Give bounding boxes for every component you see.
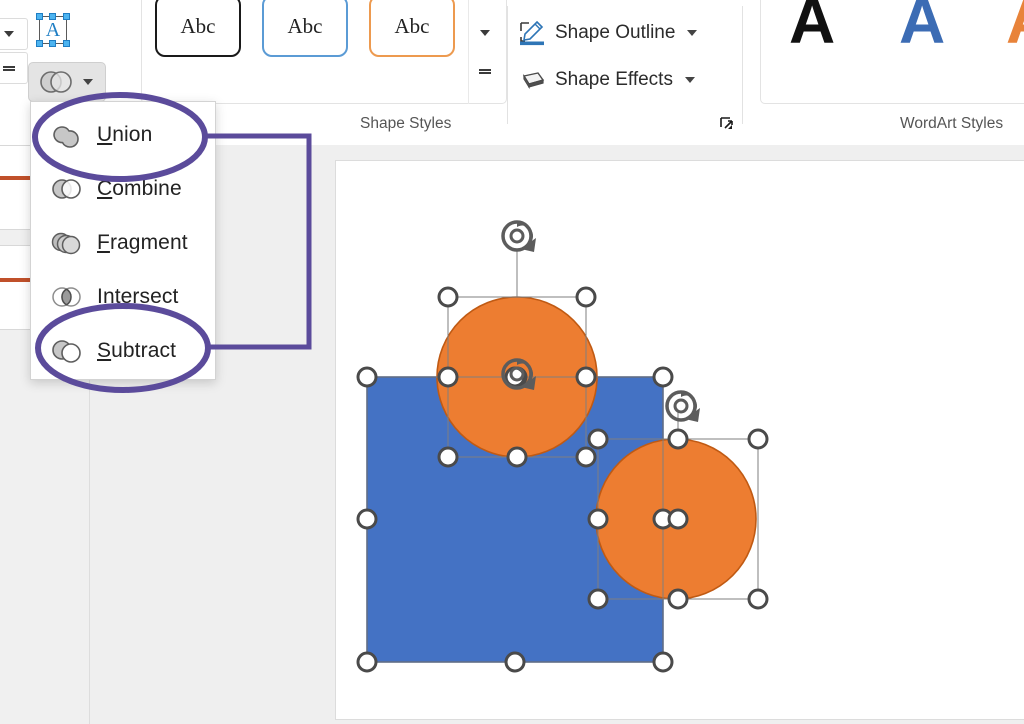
- wordart-styles-gallery[interactable]: A A A: [760, 0, 1024, 104]
- slide-canvas[interactable]: [335, 160, 1024, 720]
- menu-item-combine[interactable]: Combine: [31, 162, 215, 216]
- shape-styles-scroll: [468, 0, 500, 104]
- mnemonic-c: C: [97, 177, 113, 200]
- menu-item-fragment-label: Fragment: [97, 231, 188, 254]
- shape-styles-gallery[interactable]: Abc Abc Abc: [141, 0, 507, 104]
- mnemonic-u: U: [97, 123, 113, 146]
- menu-item-fragment[interactable]: Fragment: [31, 216, 215, 270]
- shape-style-thumb-1[interactable]: Abc: [155, 0, 241, 57]
- merge-fragment-icon: [51, 232, 81, 255]
- menu-item-subtract-label: Subtract: [97, 339, 177, 362]
- shape-effects-button[interactable]: Shape Effects: [518, 68, 695, 92]
- merge-shapes-icon: [40, 71, 72, 93]
- wordart-styles-group-label: WordArt Styles: [900, 115, 1004, 132]
- merge-shapes-menu[interactable]: Union Combine Fragment Intersect Subtrac…: [30, 101, 216, 380]
- menu-item-intersect[interactable]: Intersect: [31, 270, 215, 324]
- shape-styles-scroll-down-button[interactable]: [469, 16, 500, 50]
- chevron-down-icon: [479, 30, 490, 36]
- slide-shapes: [356, 220, 769, 673]
- shape-style-thumb-3[interactable]: Abc: [369, 0, 455, 57]
- merge-shapes-button[interactable]: [28, 62, 106, 102]
- menu-item-union-label: Union: [97, 123, 153, 146]
- chevron-down-icon: [684, 77, 695, 83]
- effects-icon: [522, 72, 545, 90]
- mnemonic-s: S: [97, 339, 112, 362]
- rotation-handle-circle-right[interactable]: [665, 390, 700, 422]
- shape-styles-more-button[interactable]: [469, 54, 500, 88]
- menu-item-combine-label: Combine: [97, 177, 182, 200]
- menu-item-intersect-label: Intersect: [97, 285, 179, 308]
- wordart-thumb-2[interactable]: A: [899, 0, 945, 53]
- menu-item-union[interactable]: Union: [31, 108, 215, 162]
- chevron-double-down-icon: [478, 68, 491, 74]
- wordart-thumb-3[interactable]: A: [1006, 0, 1024, 53]
- wordart-thumb-1[interactable]: A: [789, 0, 835, 53]
- chevron-down-icon: [4, 31, 14, 37]
- chevron-down-icon: [687, 30, 698, 36]
- merge-combine-icon: [52, 179, 81, 199]
- chevron-down-icon: [83, 79, 93, 85]
- shape-styles-group-label: Shape Styles: [360, 115, 452, 132]
- mnemonic-f: F: [97, 231, 110, 254]
- merge-subtract-icon: [52, 340, 81, 363]
- rotation-handle-top[interactable]: [501, 220, 536, 252]
- chevron-double-down-icon: [3, 65, 15, 71]
- select-object-icon[interactable]: A: [33, 10, 73, 50]
- shape-style-thumb-2[interactable]: Abc: [262, 0, 348, 57]
- shape-outline-button[interactable]: Shape Outline: [518, 20, 698, 46]
- shape-effects-label: Shape Effects: [555, 69, 673, 90]
- merge-intersect-icon: [52, 287, 81, 307]
- mnemonic-i: I: [97, 285, 103, 308]
- pen-outline-icon: [520, 20, 544, 46]
- menu-item-subtract[interactable]: Subtract: [31, 324, 215, 378]
- shape-styles-dialog-launcher[interactable]: [720, 117, 736, 133]
- merge-union-icon: [53, 126, 79, 148]
- arrange-scroll-up-button[interactable]: [0, 18, 28, 50]
- shape-outline-label: Shape Outline: [555, 22, 676, 43]
- arrange-more-button[interactable]: [0, 52, 28, 84]
